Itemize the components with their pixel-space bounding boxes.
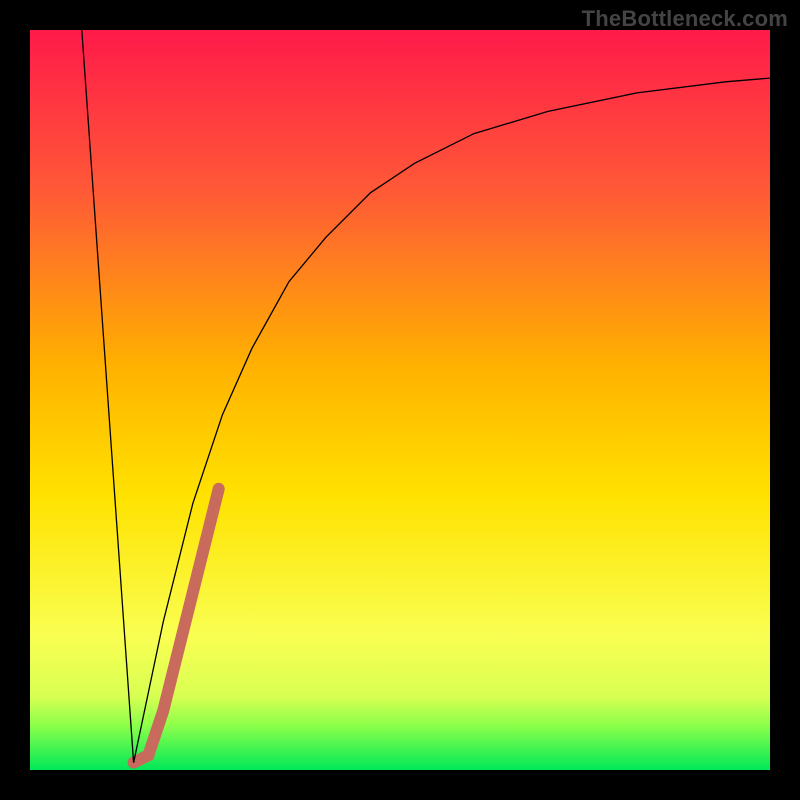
- plot-area: [30, 30, 770, 770]
- chart-frame: TheBottleneck.com: [0, 0, 800, 800]
- chart-svg: [30, 30, 770, 770]
- gradient-background: [30, 30, 770, 770]
- watermark-text: TheBottleneck.com: [582, 6, 788, 32]
